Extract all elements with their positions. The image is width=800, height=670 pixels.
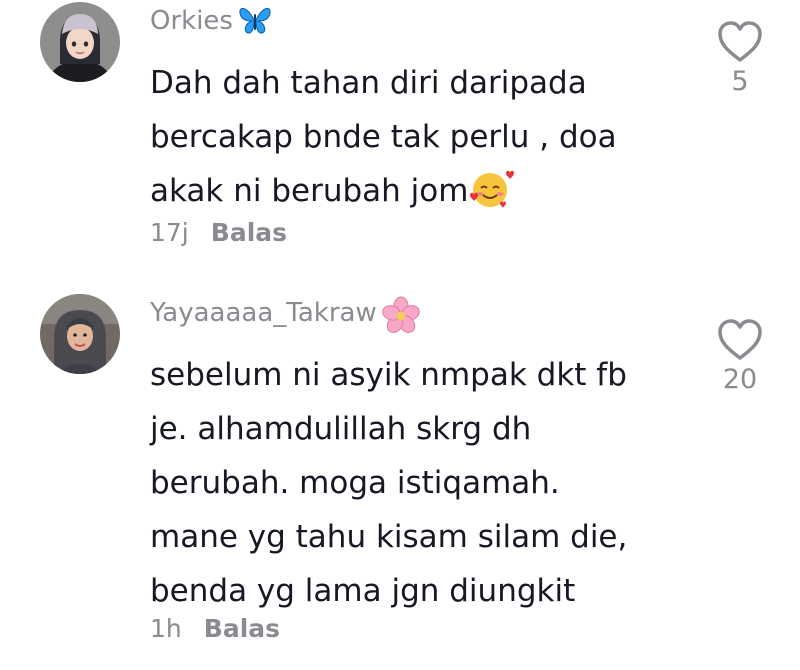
butterfly-emoji-icon [237, 4, 273, 38]
comment-line: benda yg lama jgn diungkit [150, 573, 576, 609]
cherry-blossom-emoji-icon [381, 296, 420, 333]
comment-line: mane yg tahu kisam silam die, [150, 519, 628, 555]
comment-line: berubah. moga istiqamah. [150, 465, 560, 501]
comment-line-with-emoji: akak ni berubah jom [150, 164, 690, 218]
comment-time: 1h [150, 614, 182, 643]
like-count: 5 [731, 66, 749, 97]
comment-line: Dah dah tahan diri daripada [150, 65, 587, 101]
like-count: 20 [722, 364, 758, 395]
smiling-face-with-hearts-emoji-icon [468, 167, 515, 209]
comment-meta: 1h Balas [150, 614, 280, 643]
username[interactable]: Yayaaaaa_Takraw [150, 296, 420, 333]
avatar[interactable] [40, 2, 120, 82]
comment-line: bercakap bnde tak perlu , doa [150, 119, 617, 155]
comment-line: sebelum ni asyik nmpak dkt fb [150, 357, 627, 393]
like-button[interactable]: 20 [712, 318, 768, 395]
avatar[interactable] [40, 294, 120, 374]
comment-line: je. alhamdulillah skrg dh [150, 411, 532, 447]
reply-button[interactable]: Balas [211, 218, 287, 247]
comment-text: sebelum ni asyik nmpak dkt fb je. alhamd… [150, 348, 690, 618]
username-text[interactable]: Yayaaaaa_Takraw [150, 296, 377, 330]
comment-time: 17j [150, 218, 189, 247]
username-text[interactable]: Orkies [150, 4, 233, 38]
username[interactable]: Orkies [150, 4, 273, 38]
comment-line: akak ni berubah jom [150, 173, 469, 209]
like-button[interactable]: 5 [712, 20, 768, 97]
comment-text: Dah dah tahan diri daripada bercakap bnd… [150, 56, 690, 218]
reply-button[interactable]: Balas [204, 614, 280, 643]
heart-outline-icon[interactable] [716, 318, 764, 362]
comment-meta: 17j Balas [150, 218, 287, 247]
heart-outline-icon[interactable] [716, 20, 764, 64]
